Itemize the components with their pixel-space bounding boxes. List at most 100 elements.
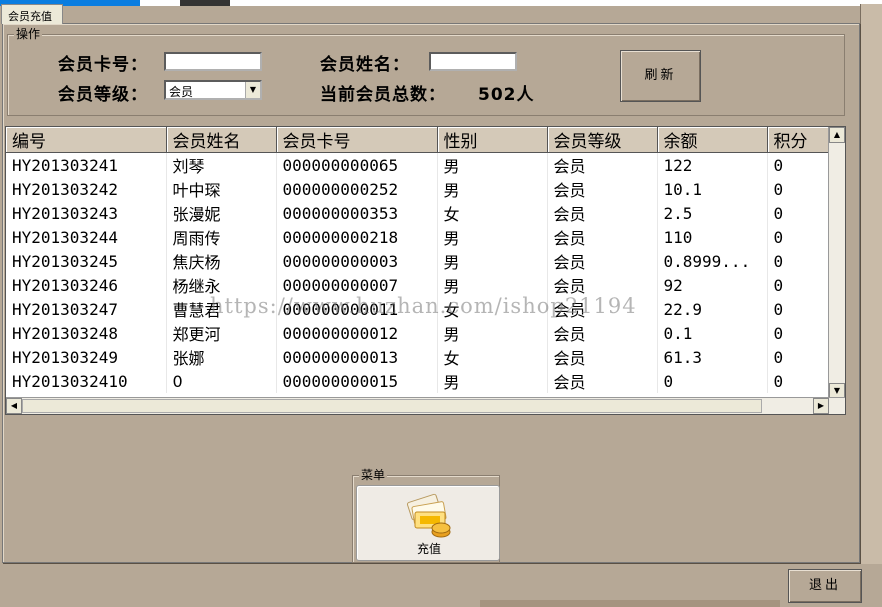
cell-level[interactable]: 会员 [547,225,658,249]
cell-gender[interactable]: 女 [437,297,548,321]
cell-level[interactable]: 会员 [547,249,658,273]
cell-id[interactable]: HY201303243 [6,201,167,225]
recharge-button[interactable]: 充值 [356,485,500,561]
cell-balance[interactable]: 122 [657,152,768,177]
total-label: 当前会员总数： [320,85,446,105]
cell-gender[interactable]: 男 [437,225,548,249]
scroll-right-icon[interactable]: ▶ [813,398,829,414]
refresh-button[interactable]: 刷新 [620,50,701,102]
background-strip-bottom [480,600,780,607]
cell-name[interactable]: 0 [166,369,277,393]
member-grid[interactable]: 编号 会员姓名 会员卡号 性别 会员等级 余额 积分 HY201303241 刘琴… [5,126,846,415]
cell-id[interactable]: HY201303245 [6,249,167,273]
cell-name[interactable]: 焦庆杨 [166,249,277,273]
column-header-level[interactable]: 会员等级 [547,127,658,153]
cell-balance[interactable]: 0.8999... [657,249,768,273]
cell-gender[interactable]: 男 [437,152,548,177]
cell-name[interactable]: 曹慧君 [166,297,277,321]
cell-card-no[interactable]: 000000000011 [276,297,438,321]
vertical-scrollbar[interactable]: ▲ ▼ [828,127,845,399]
cell-balance[interactable]: 61.3 [657,345,768,369]
cell-id[interactable]: HY2013032410 [6,369,167,393]
cell-level[interactable]: 会员 [547,201,658,225]
column-header-gender[interactable]: 性别 [437,127,548,153]
cell-id[interactable]: HY201303248 [6,321,167,345]
chevron-down-icon[interactable]: ▼ [245,82,260,98]
cell-balance[interactable]: 0 [657,369,768,393]
table-row[interactable]: HY201303244 周雨传 000000000218 男会员 110 0 [6,225,845,249]
table-row[interactable]: HY201303242 叶中琛 000000000252 男会员 10.1 0 [6,177,845,201]
column-header-id[interactable]: 编号 [6,127,167,153]
table-row[interactable]: HY201303245 焦庆杨 000000000003 男会员 0.8999... 0 [6,249,845,273]
cell-card-no[interactable]: 000000000015 [276,369,438,393]
cell-level[interactable]: 会员 [547,177,658,201]
tab-member-recharge[interactable]: 会员充值 [1,4,63,24]
column-header-card-no[interactable]: 会员卡号 [276,127,438,153]
cell-gender[interactable]: 男 [437,369,548,393]
level-select[interactable]: 会员 ▼ [164,80,262,100]
cell-name[interactable]: 张娜 [166,345,277,369]
cell-card-no[interactable]: 000000000252 [276,177,438,201]
cell-balance[interactable]: 22.9 [657,297,768,321]
cell-name[interactable]: 叶中琛 [166,177,277,201]
cell-balance[interactable]: 0.1 [657,321,768,345]
cell-level[interactable]: 会员 [547,152,658,177]
cell-gender[interactable]: 男 [437,321,548,345]
cell-name[interactable]: 杨继永 [166,273,277,297]
cell-name[interactable]: 刘琴 [166,152,277,177]
scroll-left-icon[interactable]: ◀ [6,398,22,414]
table-row[interactable]: HY201303241 刘琴 000000000065 男会员 122 0 [6,152,845,177]
table-row[interactable]: HY2013032410 0 000000000015 男会员 0 0 [6,369,845,393]
scroll-up-icon[interactable]: ▲ [829,127,845,143]
cell-id[interactable]: HY201303249 [6,345,167,369]
horizontal-scrollbar[interactable]: ◀ ▶ [6,397,845,414]
grid-header-row: 编号 会员姓名 会员卡号 性别 会员等级 余额 积分 [6,127,845,153]
cell-gender[interactable]: 男 [437,177,548,201]
table-row[interactable]: HY201303243 张漫妮 000000000353 女会员 2.5 0 [6,201,845,225]
cell-id[interactable]: HY201303242 [6,177,167,201]
cell-card-no[interactable]: 000000000007 [276,273,438,297]
cell-level[interactable]: 会员 [547,297,658,321]
cell-id[interactable]: HY201303247 [6,297,167,321]
cell-balance[interactable]: 110 [657,225,768,249]
cell-level[interactable]: 会员 [547,345,658,369]
card-no-input[interactable] [164,52,262,71]
cell-card-no[interactable]: 000000000065 [276,152,438,177]
table-row[interactable]: HY201303247 曹慧君 000000000011 女会员 22.9 0 [6,297,845,321]
money-stack-icon [406,493,451,538]
cell-id[interactable]: HY201303246 [6,273,167,297]
name-input[interactable] [429,52,517,71]
cell-gender[interactable]: 女 [437,345,548,369]
horizontal-scroll-thumb[interactable] [22,399,762,413]
table-row[interactable]: HY201303248 郑更河 000000000012 男会员 0.1 0 [6,321,845,345]
cell-card-no[interactable]: 000000000218 [276,225,438,249]
cell-card-no[interactable]: 000000000003 [276,249,438,273]
cell-gender[interactable]: 女 [437,201,548,225]
cell-name[interactable]: 张漫妮 [166,201,277,225]
cell-name[interactable]: 周雨传 [166,225,277,249]
menu-group-title: 菜单 [359,468,388,482]
column-header-balance[interactable]: 余额 [657,127,768,153]
cell-id[interactable]: HY201303244 [6,225,167,249]
exit-button[interactable]: 退出 [788,569,862,603]
cell-id[interactable]: HY201303241 [6,152,167,177]
cell-card-no[interactable]: 000000000353 [276,201,438,225]
name-label: 会员姓名： [320,55,410,75]
cell-card-no[interactable]: 000000000012 [276,321,438,345]
card-no-label: 会员卡号： [58,55,148,75]
window-edge [860,4,882,564]
cell-balance[interactable]: 2.5 [657,201,768,225]
cell-gender[interactable]: 男 [437,273,548,297]
table-row[interactable]: HY201303246 杨继永 000000000007 男会员 92 0 [6,273,845,297]
cell-card-no[interactable]: 000000000013 [276,345,438,369]
cell-balance[interactable]: 10.1 [657,177,768,201]
column-header-name[interactable]: 会员姓名 [166,127,277,153]
cell-balance[interactable]: 92 [657,273,768,297]
cell-level[interactable]: 会员 [547,369,658,393]
table-row[interactable]: HY201303249 张娜 000000000013 女会员 61.3 0 [6,345,845,369]
cell-level[interactable]: 会员 [547,321,658,345]
cell-gender[interactable]: 男 [437,249,548,273]
cell-name[interactable]: 郑更河 [166,321,277,345]
total-value: 502人 [478,85,535,105]
cell-level[interactable]: 会员 [547,273,658,297]
